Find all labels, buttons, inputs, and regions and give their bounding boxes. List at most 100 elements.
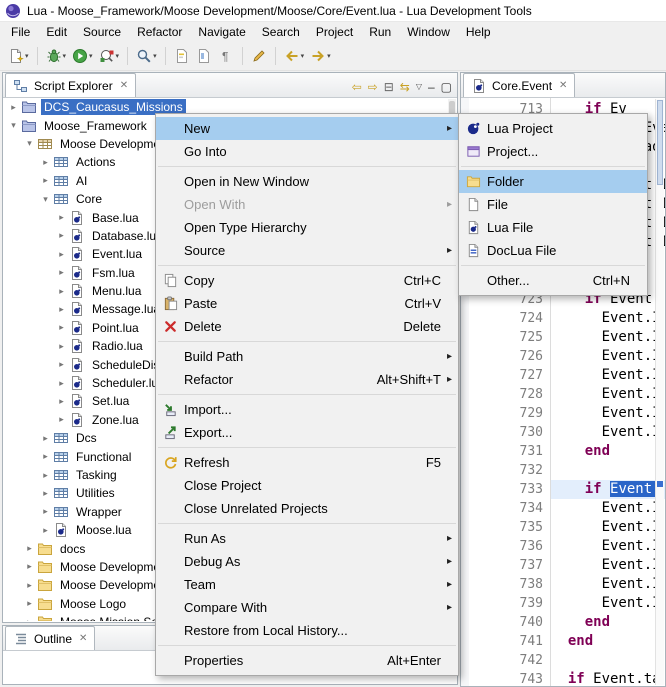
dropdown-caret-icon[interactable]: ▾ xyxy=(301,52,305,60)
code-line-743[interactable]: if Event.ta xyxy=(551,670,665,686)
view-menu-icon[interactable]: ▽ xyxy=(416,81,422,93)
code-line-729[interactable]: Event.I xyxy=(551,404,665,423)
context-menu-item-source[interactable]: Source▸ xyxy=(156,239,458,262)
context-menu-item-build-path[interactable]: Build Path▸ xyxy=(156,345,458,368)
back-button[interactable]: ▾ xyxy=(282,45,307,67)
forward-icon[interactable]: ⇨ xyxy=(368,81,378,93)
expander-icon[interactable]: ▸ xyxy=(56,359,67,370)
context-menu-item-debug-as[interactable]: Debug As▸ xyxy=(156,550,458,573)
context-menu-item-export[interactable]: Export... xyxy=(156,421,458,444)
code-line-730[interactable]: Event.I xyxy=(551,423,665,442)
code-line-724[interactable]: Event.I xyxy=(551,309,665,328)
dropdown-caret-icon[interactable]: ▾ xyxy=(89,52,93,60)
menu-help[interactable]: Help xyxy=(458,23,499,41)
submenu-item-lua-project[interactable]: Lua Project xyxy=(459,117,647,140)
menu-project[interactable]: Project xyxy=(308,23,361,41)
context-menu-item-paste[interactable]: PasteCtrl+V xyxy=(156,292,458,315)
context-menu-item-open-type-hierarchy[interactable]: Open Type Hierarchy xyxy=(156,216,458,239)
context-menu-item-team[interactable]: Team▸ xyxy=(156,573,458,596)
submenu-item-lua-file[interactable]: Lua File xyxy=(459,216,647,239)
expander-icon[interactable]: ▸ xyxy=(24,580,35,591)
code-line-727[interactable]: Event.I xyxy=(551,366,665,385)
context-menu-item-close-unrelated-projects[interactable]: Close Unrelated Projects xyxy=(156,497,458,520)
menu-edit[interactable]: Edit xyxy=(38,23,75,41)
expander-icon[interactable]: ▸ xyxy=(40,470,51,481)
expander-icon[interactable]: ▸ xyxy=(56,286,67,297)
menu-refactor[interactable]: Refactor xyxy=(129,23,190,41)
expander-icon[interactable]: ▸ xyxy=(56,378,67,389)
code-line-740[interactable]: end xyxy=(551,613,665,632)
expander-icon[interactable]: ▸ xyxy=(40,525,51,536)
context-menu-item-refresh[interactable]: RefreshF5 xyxy=(156,451,458,474)
code-line-742[interactable] xyxy=(551,651,665,670)
editor-tab-core-event[interactable]: Core.Event ✕ xyxy=(463,73,575,97)
context-menu-item-properties[interactable]: PropertiesAlt+Enter xyxy=(156,649,458,672)
submenu-item-doclua-file[interactable]: DocLua File xyxy=(459,239,647,262)
expander-icon[interactable]: ▸ xyxy=(40,488,51,499)
context-menu-item-compare-with[interactable]: Compare With▸ xyxy=(156,596,458,619)
code-line-726[interactable]: Event.I xyxy=(551,347,665,366)
submenu-item-folder[interactable]: Folder xyxy=(459,170,647,193)
last-edit-location-button[interactable] xyxy=(249,45,269,67)
code-line-738[interactable]: Event.I xyxy=(551,575,665,594)
menu-search[interactable]: Search xyxy=(254,23,308,41)
expander-icon[interactable]: ▸ xyxy=(24,617,35,621)
menu-navigate[interactable]: Navigate xyxy=(190,23,253,41)
expander-icon[interactable]: ▾ xyxy=(24,138,35,149)
expander-icon[interactable]: ▸ xyxy=(40,175,51,186)
code-line-741[interactable]: end xyxy=(551,632,665,651)
context-menu-item-new[interactable]: New▸ xyxy=(156,117,458,140)
expander-icon[interactable]: ▾ xyxy=(8,120,19,131)
context-menu-item-go-into[interactable]: Go Into xyxy=(156,140,458,163)
close-icon[interactable]: ✕ xyxy=(559,80,567,91)
context-menu-item-open-in-new-window[interactable]: Open in New Window xyxy=(156,170,458,193)
outline-tab[interactable]: Outline ✕ xyxy=(5,626,95,650)
search-button[interactable]: ▾ xyxy=(134,45,159,67)
expander-icon[interactable]: ▸ xyxy=(8,102,19,113)
expander-icon[interactable]: ▸ xyxy=(40,157,51,168)
submenu-item-project[interactable]: Project... xyxy=(459,140,647,163)
forward-button[interactable]: ▾ xyxy=(308,45,333,67)
new-wizard-button[interactable]: ▾ xyxy=(6,45,31,67)
context-menu-item-open-with[interactable]: Open With▸ xyxy=(156,193,458,216)
show-whitespace-button[interactable]: ¶ xyxy=(216,45,236,67)
script-explorer-tab[interactable]: Script Explorer ✕ xyxy=(5,73,136,97)
code-line-731[interactable]: end xyxy=(551,442,665,461)
dropdown-caret-icon[interactable]: ▾ xyxy=(327,52,331,60)
dropdown-caret-icon[interactable]: ▾ xyxy=(25,52,29,60)
expander-icon[interactable]: ▸ xyxy=(56,212,67,223)
code-line-735[interactable]: Event.I xyxy=(551,518,665,537)
back-icon[interactable]: ⇦ xyxy=(352,81,362,93)
menu-window[interactable]: Window xyxy=(399,23,458,41)
expander-icon[interactable]: ▸ xyxy=(40,451,51,462)
code-line-736[interactable]: Event.I xyxy=(551,537,665,556)
code-line-734[interactable]: Event.I xyxy=(551,499,665,518)
menu-file[interactable]: File xyxy=(3,23,38,41)
dropdown-caret-icon[interactable]: ▾ xyxy=(153,52,157,60)
context-menu-item-delete[interactable]: DeleteDelete xyxy=(156,315,458,338)
menu-run[interactable]: Run xyxy=(361,23,399,41)
code-line-739[interactable]: Event.I xyxy=(551,594,665,613)
expander-icon[interactable]: ▾ xyxy=(40,194,51,205)
context-menu-item-import[interactable]: Import... xyxy=(156,398,458,421)
context-menu-item-copy[interactable]: CopyCtrl+C xyxy=(156,269,458,292)
close-icon[interactable]: ✕ xyxy=(79,633,87,644)
context-menu-item-restore-from-local-history[interactable]: Restore from Local History... xyxy=(156,619,458,642)
expander-icon[interactable]: ▸ xyxy=(24,598,35,609)
expander-icon[interactable]: ▸ xyxy=(56,396,67,407)
menu-source[interactable]: Source xyxy=(75,23,129,41)
expander-icon[interactable]: ▸ xyxy=(56,249,67,260)
code-line-728[interactable]: Event.I xyxy=(551,385,665,404)
mark-occurrences-button[interactable] xyxy=(172,45,192,67)
editor-scrollbar[interactable] xyxy=(655,99,664,685)
dropdown-caret-icon[interactable]: ▾ xyxy=(63,52,67,60)
expander-icon[interactable]: ▸ xyxy=(56,414,67,425)
close-icon[interactable]: ✕ xyxy=(120,80,128,91)
expander-icon[interactable]: ▸ xyxy=(56,341,67,352)
expander-icon[interactable]: ▸ xyxy=(56,322,67,333)
expander-icon[interactable]: ▸ xyxy=(56,267,67,278)
expander-icon[interactable]: ▸ xyxy=(24,543,35,554)
code-line-732[interactable] xyxy=(551,461,665,480)
context-menu-item-close-project[interactable]: Close Project xyxy=(156,474,458,497)
coverage-button[interactable]: ▾ xyxy=(97,45,122,67)
